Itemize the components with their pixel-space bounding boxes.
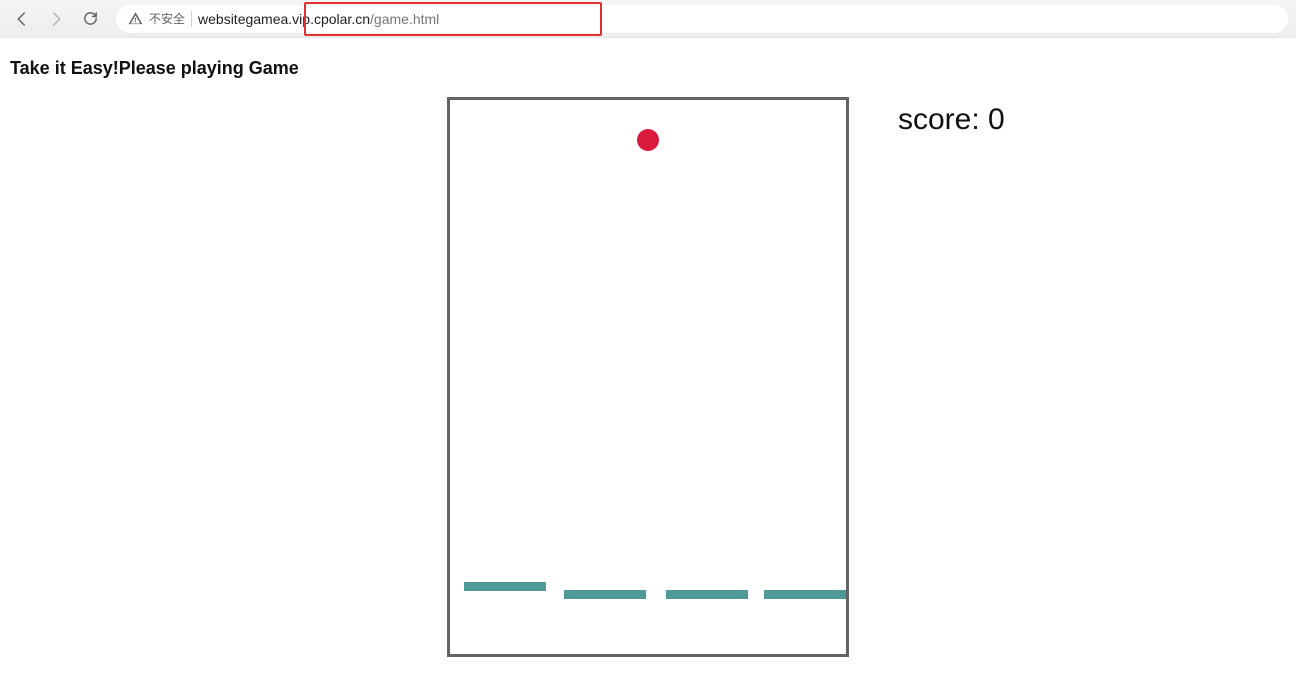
content-row: score: 0 (8, 97, 1288, 657)
page-body: Take it Easy!Please playing Game score: … (0, 38, 1296, 665)
game-canvas[interactable] (447, 97, 849, 657)
browser-toolbar: 不安全 websitegamea.vip.cpolar.cn/game.html (0, 0, 1296, 38)
game-platform (564, 590, 646, 599)
not-secure-icon (128, 11, 143, 26)
address-separator (191, 11, 192, 27)
url-host: websitegamea.vip.cpolar.cn (198, 11, 370, 27)
forward-button[interactable] (42, 5, 70, 33)
page-title: Take it Easy!Please playing Game (10, 58, 1288, 79)
not-secure-label: 不安全 (149, 10, 185, 27)
score-display: score: 0 (898, 103, 1005, 137)
score-value: 0 (988, 103, 1005, 136)
reload-icon (82, 10, 99, 27)
reload-button[interactable] (76, 5, 104, 33)
game-ball (637, 129, 659, 151)
url-text: websitegamea.vip.cpolar.cn/game.html (198, 11, 439, 27)
game-platform (464, 582, 546, 591)
score-label: score: (898, 103, 988, 136)
arrow-left-icon (13, 10, 31, 28)
back-button[interactable] (8, 5, 36, 33)
arrow-right-icon (47, 10, 65, 28)
game-platform (666, 590, 748, 599)
game-platform (764, 590, 846, 599)
url-path: /game.html (370, 11, 439, 27)
address-bar[interactable]: 不安全 websitegamea.vip.cpolar.cn/game.html (116, 5, 1288, 33)
